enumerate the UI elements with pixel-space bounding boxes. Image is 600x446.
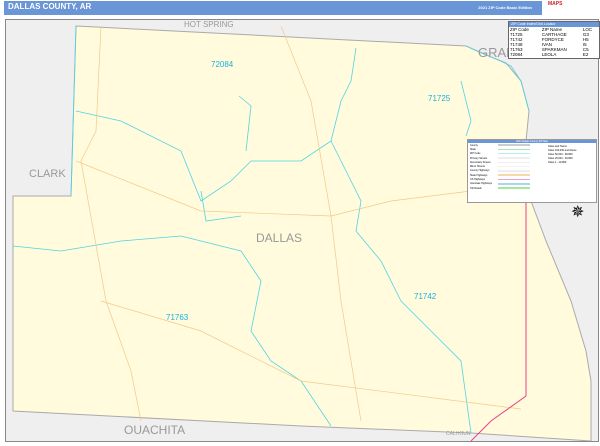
city-class: Cities 20,000 - 49,999: [548, 157, 573, 160]
county-label: DALLAS: [256, 231, 303, 245]
legend-item-label: ZIP Code: [470, 152, 481, 156]
publisher-logo: MAPS: [548, 1, 598, 17]
legend-swatch: [498, 187, 530, 189]
map-canvas[interactable]: HOT SPRING CLARK GRANT OUACHITA CALHOUN …: [5, 19, 599, 442]
legend-item-label: Toll Roads: [470, 186, 482, 190]
legend-item-label: State Highways: [470, 173, 488, 177]
legend-item-label: Primary Streets: [470, 156, 488, 160]
compass-rose-icon: ✵: [571, 204, 585, 221]
legend-item-label: Interstate Highways: [470, 182, 492, 186]
legend-swatch: [498, 152, 530, 155]
legend-item-label: Secondary Streets: [470, 160, 491, 164]
neighbor-hot-spring: HOT SPRING: [184, 20, 234, 29]
city-class: Cities 100,000 and Above: [548, 149, 577, 152]
neighbor-ouachita: OUACHITA: [124, 423, 186, 437]
map-title: DALLAS COUNTY, AR: [8, 2, 92, 11]
neighbor-clark: CLARK: [29, 168, 66, 180]
legend-cities: Cities and Towns Cities 100,000 and Abov…: [548, 145, 593, 164]
map-legend: 2021 Dallas County ZIP Map County State ZI…: [467, 139, 597, 203]
neighbor-calhoun: CALHOUN: [446, 431, 471, 437]
header-bar: DALLAS COUNTY, AR 2021 ZIP Code Basic Ed…: [4, 1, 542, 15]
table-row: 72084 LEOLA E2: [509, 52, 599, 57]
edition-label: 2021 ZIP Code Basic Edition: [478, 5, 532, 10]
zip-label-72084: 72084: [211, 60, 234, 69]
legend-swatch: [498, 174, 530, 176]
legend-item-label: US Highways: [470, 178, 486, 182]
legend-swatch: [498, 165, 530, 168]
logo-text: MAPS: [548, 1, 563, 7]
legend-swatch: [498, 161, 530, 164]
legend-swatch: [498, 144, 530, 146]
legend-item-label: County: [470, 143, 478, 147]
legend-item-label: Minor Streets: [470, 165, 485, 169]
legend-swatch: [498, 183, 530, 185]
legend-item-label: County Highways: [470, 169, 490, 173]
legend-item-label: State: [470, 147, 476, 151]
legend-swatch: [498, 178, 530, 181]
legend-item: Toll Roads: [468, 186, 596, 190]
cell: 72084: [510, 52, 523, 57]
zip-index-table: ZIP Code Index/Grid Locator ZIP Code ZIP …: [508, 21, 600, 59]
cell: LEOLA: [541, 52, 557, 57]
legend-swatch: [498, 170, 530, 172]
cell: E2: [582, 52, 589, 57]
zip-label-71742: 71742: [414, 292, 437, 301]
city-class: Cities 50,000 - 99,999: [548, 153, 573, 156]
zip-label-71763: 71763: [166, 313, 189, 322]
legend-swatch: [498, 148, 530, 151]
legend-swatch: [498, 157, 530, 159]
cities-title: Cities and Towns: [548, 145, 567, 148]
zip-label-71725: 71725: [428, 94, 451, 103]
city-class: Cities 1 - 19,999: [548, 161, 567, 164]
